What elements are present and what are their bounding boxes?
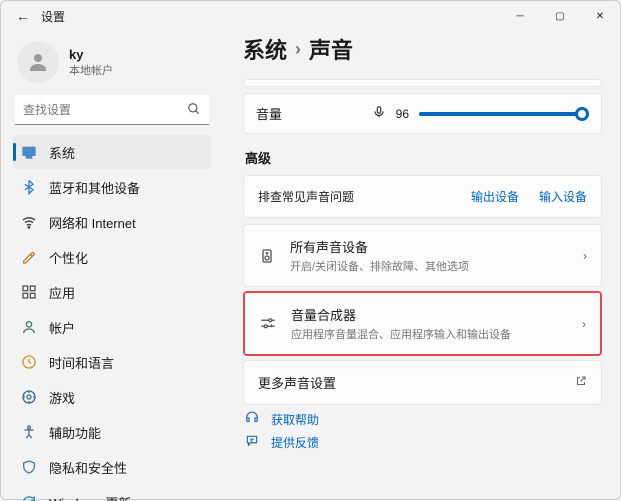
access-icon xyxy=(21,424,37,440)
sidebar-item-label: 辅助功能 xyxy=(49,423,101,442)
sidebar-item-label: 应用 xyxy=(49,283,75,302)
volume-card: 音量 96 xyxy=(243,93,602,134)
row-sub: 开启/关闭设备、排除故障、其他选项 xyxy=(290,258,569,274)
sidebar-item-label: 蓝牙和其他设备 xyxy=(49,178,140,197)
system-icon xyxy=(21,144,37,160)
sidebar-item-privacy[interactable]: 隐私和安全性 xyxy=(13,450,211,484)
feedback-icon xyxy=(245,434,261,451)
breadcrumb-current: 声音 xyxy=(309,33,353,65)
troubleshoot-card: 排查常见声音问题 输出设备 输入设备 xyxy=(243,175,602,218)
personalize-icon xyxy=(21,249,37,265)
volume-slider[interactable] xyxy=(419,112,589,116)
apps-icon xyxy=(21,284,37,300)
sidebar-item-access[interactable]: 辅助功能 xyxy=(13,415,211,449)
profile-block[interactable]: ky 本地帐户 xyxy=(13,37,211,95)
sidebar-item-update[interactable]: Windows 更新 xyxy=(13,485,211,501)
sidebar-item-time[interactable]: 时间和语言 xyxy=(13,345,211,379)
troubleshoot-label: 排查常见声音问题 xyxy=(258,188,451,205)
search-box[interactable] xyxy=(15,95,209,125)
input-devices-link[interactable]: 输入设备 xyxy=(539,188,587,205)
row-sub: 应用程序音量混合、应用程序输入和输出设备 xyxy=(291,326,568,342)
external-link-icon xyxy=(575,375,587,390)
chevron-right-icon: › xyxy=(583,249,587,263)
help-icon xyxy=(245,411,261,428)
feedback-link[interactable]: 提供反馈 xyxy=(245,434,602,451)
sidebar-item-label: 个性化 xyxy=(49,248,88,267)
sidebar-item-account[interactable]: 帐户 xyxy=(13,310,211,344)
chevron-right-icon: › xyxy=(582,317,586,331)
sidebar-item-label: 网络和 Internet xyxy=(49,213,136,232)
privacy-icon xyxy=(21,459,37,475)
sidebar-item-label: 时间和语言 xyxy=(49,353,114,372)
gaming-icon xyxy=(21,389,37,405)
volume-value: 96 xyxy=(396,107,409,121)
breadcrumb-parent[interactable]: 系统 xyxy=(243,33,287,65)
mixer-icon xyxy=(259,315,277,333)
network-icon xyxy=(21,214,37,230)
row-all-sound-devices[interactable]: 所有声音设备 开启/关闭设备、排除故障、其他选项 › xyxy=(243,224,602,287)
time-icon xyxy=(21,354,37,370)
minimize-button[interactable]: ─ xyxy=(500,2,540,30)
sidebar-item-bluetooth[interactable]: 蓝牙和其他设备 xyxy=(13,170,211,204)
profile-sub: 本地帐户 xyxy=(69,62,113,78)
window-title: 设置 xyxy=(41,8,65,25)
output-devices-link[interactable]: 输出设备 xyxy=(471,188,519,205)
back-button[interactable]: ← xyxy=(9,8,37,24)
sidebar-item-label: 帐户 xyxy=(49,318,75,337)
volume-label: 音量 xyxy=(256,104,300,123)
sidebar-item-system[interactable]: 系统 xyxy=(13,135,211,169)
search-icon xyxy=(187,102,201,119)
close-button[interactable]: ✕ xyxy=(580,2,620,30)
row-volume-mixer[interactable]: 音量合成器 应用程序音量混合、应用程序输入和输出设备 › xyxy=(243,291,602,356)
maximize-button[interactable]: ▢ xyxy=(540,2,580,30)
breadcrumb: 系统 › 声音 xyxy=(243,33,602,65)
speaker-icon xyxy=(258,248,276,264)
sidebar-item-personalize[interactable]: 个性化 xyxy=(13,240,211,274)
avatar xyxy=(17,41,59,83)
chevron-right-icon: › xyxy=(295,39,301,60)
profile-name: ky xyxy=(69,47,113,62)
row-title: 音量合成器 xyxy=(291,305,568,324)
sidebar-item-label: 隐私和安全性 xyxy=(49,458,127,477)
row-more-sound-settings[interactable]: 更多声音设置 xyxy=(243,360,602,405)
get-help-link[interactable]: 获取帮助 xyxy=(245,411,602,428)
sidebar-item-apps[interactable]: 应用 xyxy=(13,275,211,309)
account-icon xyxy=(21,319,37,335)
sidebar-item-label: 系统 xyxy=(49,143,75,162)
sidebar-item-label: 游戏 xyxy=(49,388,75,407)
sidebar-item-network[interactable]: 网络和 Internet xyxy=(13,205,211,239)
row-title: 所有声音设备 xyxy=(290,237,569,256)
bluetooth-icon xyxy=(21,179,37,195)
sidebar-item-gaming[interactable]: 游戏 xyxy=(13,380,211,414)
microphone-icon[interactable] xyxy=(372,105,386,122)
prev-card-peek xyxy=(243,79,602,87)
section-advanced: 高级 xyxy=(245,148,602,167)
search-input[interactable] xyxy=(15,95,209,125)
row-title: 更多声音设置 xyxy=(258,373,561,392)
